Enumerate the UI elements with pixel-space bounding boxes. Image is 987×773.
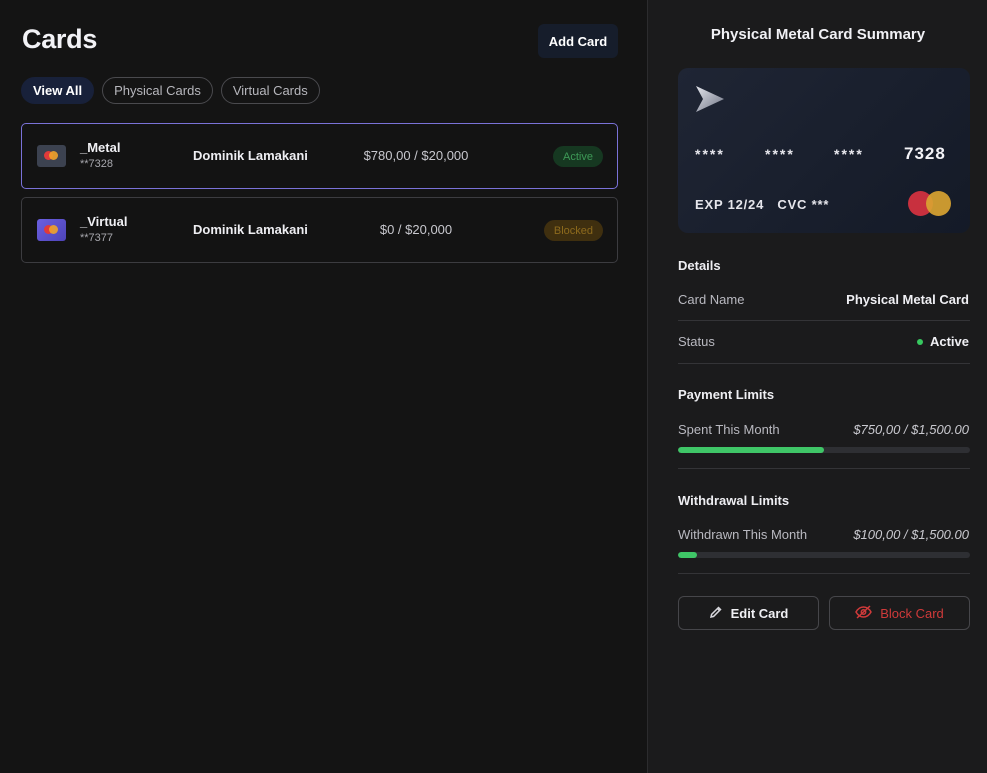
status-dot-icon: [916, 338, 923, 345]
divider: [678, 468, 970, 469]
status-badge: Blocked: [543, 220, 603, 241]
summary-title: Physical Metal Card Summary: [710, 26, 926, 43]
card-last-four: 7328: [904, 144, 946, 163]
withdrawn-this-month-value: $100,00 / $1,500.00: [853, 527, 969, 542]
card-number-dots: ****: [834, 146, 864, 162]
status-badge: Active: [553, 146, 603, 167]
payment-limits-heading: Payment Limits: [678, 387, 775, 402]
divider: [678, 363, 970, 364]
card-thumbnail-icon: [37, 145, 66, 167]
card-number-dots: ****: [695, 146, 725, 162]
withdrawn-this-month-label: Withdrawn This Month: [678, 527, 808, 542]
card-name-label: Card Name: [678, 292, 745, 307]
card-name-value: Physical Metal Card: [846, 292, 969, 307]
card-row-metal[interactable]: _Metal **7328 Dominik Lamakani $780,00 /…: [21, 123, 618, 189]
edit-card-label: Edit Card: [730, 605, 789, 621]
card-thumbnail-icon: [37, 219, 66, 241]
card-spend-amount: $780,00 / $20,000: [363, 148, 469, 163]
payment-progress-fill: [678, 447, 824, 453]
card-expiry: EXP 12/24 CVC ***: [695, 197, 829, 212]
withdrawal-limits-heading: Withdrawal Limits: [678, 493, 790, 508]
card-number: **7377: [80, 232, 114, 244]
pencil-icon: [709, 605, 723, 622]
withdrawal-progress-bar: [678, 552, 970, 558]
card-name: _Virtual: [80, 214, 128, 229]
mastercard-logo-overlap: [926, 191, 951, 216]
card-cvc-text: CVC ***: [777, 197, 830, 212]
edit-card-button[interactable]: Edit Card: [678, 596, 819, 630]
credit-card-preview: **** **** **** 7328 EXP 12/24 CVC ***: [678, 68, 970, 233]
spent-this-month-label: Spent This Month: [678, 422, 780, 437]
card-filter-tabs: View All Physical Cards Virtual Cards: [21, 77, 320, 104]
add-card-button[interactable]: Add Card: [538, 24, 618, 58]
page-title: Cards: [22, 24, 98, 54]
card-number: **7328: [80, 158, 114, 170]
spent-this-month-value: $750,00 / $1,500.00: [853, 422, 969, 437]
block-card-label: Block Card: [880, 605, 944, 621]
payment-progress-bar: [678, 447, 970, 453]
tab-physical-cards[interactable]: Physical Cards: [102, 77, 213, 104]
divider: [678, 573, 970, 574]
status-value: Active: [916, 334, 969, 349]
paper-plane-logo-icon: [695, 85, 725, 118]
eye-off-icon: [855, 604, 873, 622]
card-name: _Metal: [80, 140, 121, 155]
tab-virtual-cards[interactable]: Virtual Cards: [220, 77, 320, 104]
details-heading: Details: [678, 258, 721, 273]
card-expiry-text: EXP 12/24: [695, 197, 765, 212]
card-holder: Dominik Lamakani: [193, 148, 308, 163]
tab-view-all[interactable]: View All: [21, 77, 95, 104]
card-spend-amount: $0 / $20,000: [379, 222, 453, 237]
withdrawal-progress-fill: [678, 552, 698, 558]
card-number-dots: ****: [765, 146, 795, 162]
card-summary-panel: Physical Metal Card Summary **** **** **…: [647, 0, 987, 773]
cards-panel: Cards Add Card View All Physical Cards V…: [0, 0, 647, 773]
divider: [678, 320, 970, 321]
status-value-text: Active: [929, 334, 969, 349]
status-label: Status: [678, 334, 715, 349]
card-row-virtual[interactable]: _Virtual **7377 Dominik Lamakani $0 / $2…: [21, 197, 618, 263]
block-card-button[interactable]: Block Card: [829, 596, 970, 630]
card-holder: Dominik Lamakani: [193, 222, 308, 237]
